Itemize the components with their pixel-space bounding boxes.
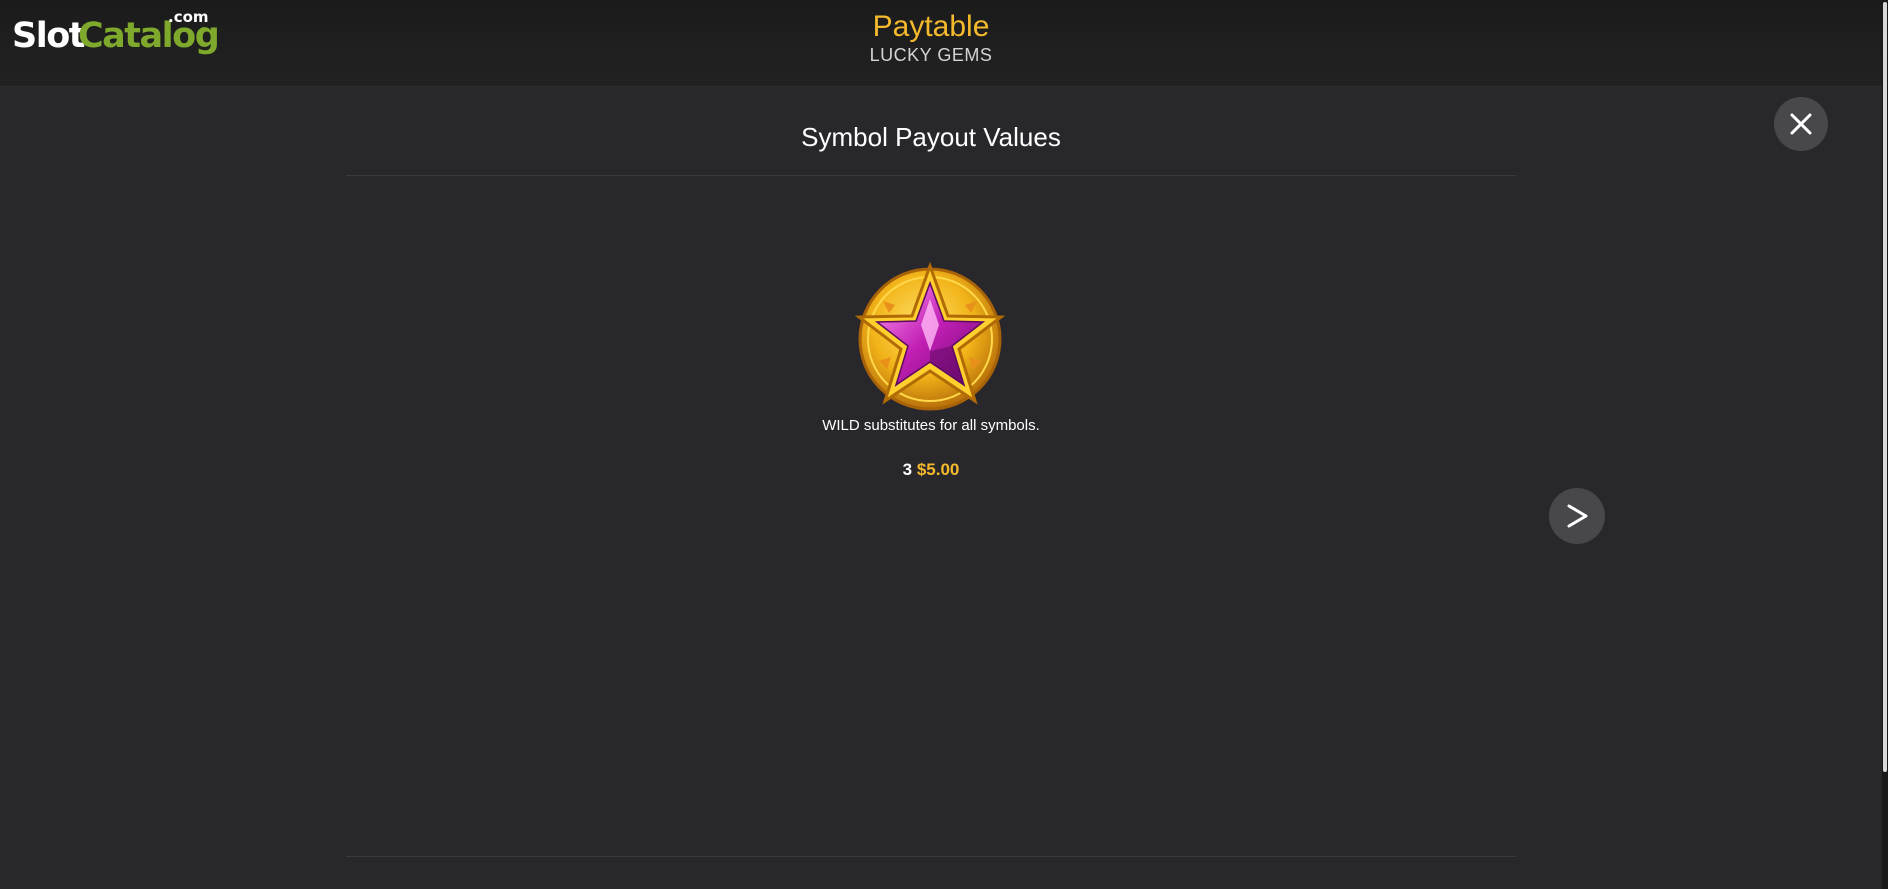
header-bar: Slot Catalog .com Paytable LUCKY GEMS <box>0 0 1888 87</box>
wild-star-gem-icon <box>854 261 1006 411</box>
page-title: Paytable <box>872 10 990 43</box>
close-icon <box>1790 113 1812 135</box>
payout-value: $5.00 <box>916 460 960 479</box>
payout-count: 3 <box>902 460 913 479</box>
scrollbar-thumb[interactable] <box>1883 2 1887 772</box>
symbol-description: WILD substitutes for all symbols. <box>822 417 1040 434</box>
next-page-button[interactable] <box>1549 488 1605 544</box>
game-name: LUCKY GEMS <box>869 45 993 65</box>
page-scrollbar[interactable] <box>1882 0 1888 889</box>
chevron-right-icon <box>1567 504 1588 528</box>
close-button[interactable] <box>1774 97 1828 151</box>
top-divider <box>346 175 1516 176</box>
payout-row: 3 $5.00 <box>0 460 1862 480</box>
section-title: Symbol Payout Values <box>801 122 1061 152</box>
bottom-divider <box>346 856 1516 857</box>
